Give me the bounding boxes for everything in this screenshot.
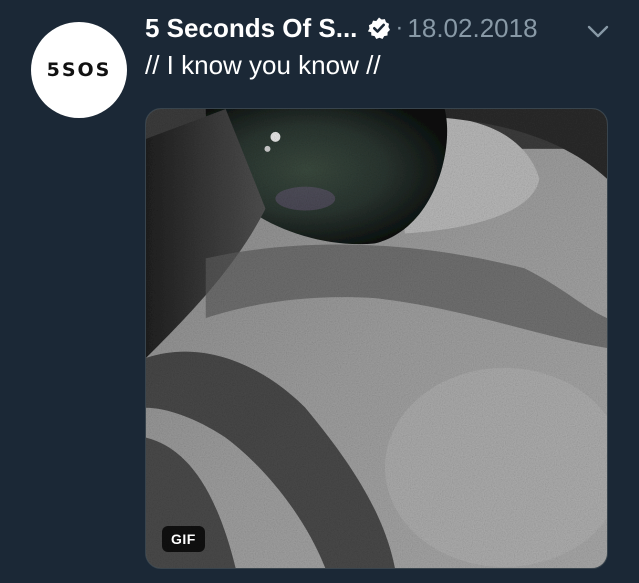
avatar[interactable]: 5SOS xyxy=(31,22,127,118)
verified-badge-icon xyxy=(368,17,391,39)
gif-media[interactable]: GIF xyxy=(145,108,608,569)
tweet-header: 5 Seconds Of S... · 18.02.2018 xyxy=(145,10,538,46)
tweet-text: // I know you know // xyxy=(145,50,381,80)
separator-dot: · xyxy=(395,14,404,41)
chevron-down-icon[interactable] xyxy=(586,22,610,42)
timestamp-link[interactable]: 18.02.2018 xyxy=(407,13,537,44)
display-name[interactable]: 5 Seconds Of S... xyxy=(145,13,357,44)
avatar-logo-text: 5SOS xyxy=(46,59,112,81)
gif-badge: GIF xyxy=(162,526,205,552)
tweet-card[interactable]: 5SOS 5 Seconds Of S... · 18.02.2018 // I… xyxy=(0,0,639,583)
eye-closeup-image xyxy=(146,109,607,568)
